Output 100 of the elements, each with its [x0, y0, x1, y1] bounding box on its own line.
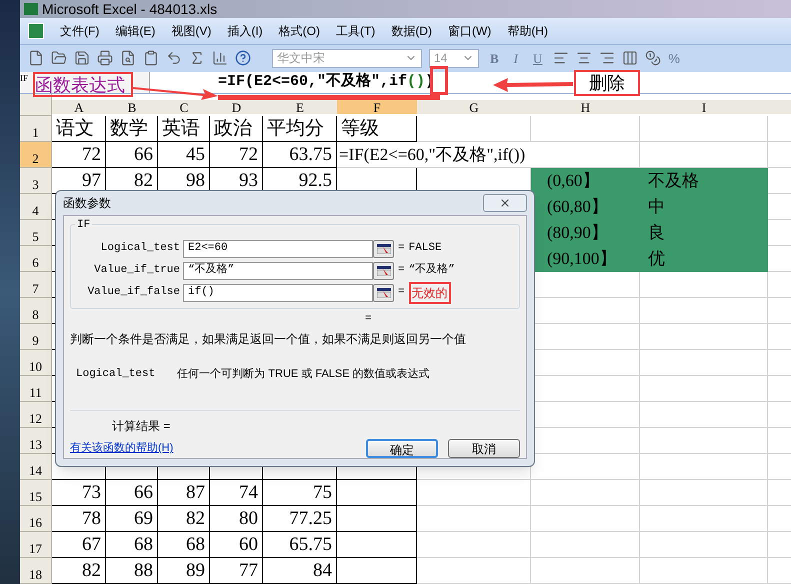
row-header[interactable]: 16	[20, 506, 52, 532]
table-cell[interactable]: 72	[52, 142, 106, 168]
row-header[interactable]: 13	[20, 428, 52, 454]
table-cell[interactable]	[337, 558, 417, 584]
table-cell[interactable]: 77	[210, 558, 263, 584]
menu-item[interactable]: 帮助(H)	[507, 22, 548, 40]
column-header[interactable]: B	[106, 100, 158, 114]
clipboard-icon[interactable]	[143, 50, 159, 66]
row-header[interactable]: 9	[20, 324, 52, 350]
close-button[interactable]	[483, 194, 527, 212]
table-cell[interactable]: 80	[210, 506, 263, 532]
table-cell[interactable]: 67	[52, 532, 106, 558]
table-cell[interactable]: 不及格	[640, 168, 768, 194]
name-box[interactable]: IF	[20, 72, 30, 92]
table-cell[interactable]: 68	[158, 532, 210, 558]
range-select-button[interactable]	[373, 262, 394, 280]
table-cell[interactable]: 等级	[337, 116, 417, 142]
argument-field[interactable]: “不及格”	[183, 262, 373, 280]
row-header[interactable]: 15	[20, 480, 52, 506]
dialog-button[interactable]: 取消	[448, 439, 520, 458]
save-icon[interactable]	[74, 50, 90, 66]
row-header[interactable]: 6	[20, 246, 52, 272]
menu-item[interactable]: 视图(V)	[171, 22, 212, 40]
row-header[interactable]: 2	[20, 142, 52, 168]
row-header[interactable]: 12	[20, 402, 52, 428]
row-header[interactable]: 10	[20, 350, 52, 376]
column-header[interactable]: I	[640, 100, 768, 114]
range-select-button[interactable]	[373, 284, 394, 302]
table-cell[interactable]: 73	[52, 480, 106, 506]
column-header[interactable]: F	[337, 100, 417, 114]
table-cell[interactable]	[337, 506, 417, 532]
table-cell[interactable]: 82	[52, 558, 106, 584]
table-cell[interactable]: 87	[158, 480, 210, 506]
chart-icon[interactable]	[212, 50, 228, 66]
column-header[interactable]: E	[263, 100, 337, 114]
print-preview-icon[interactable]	[120, 50, 136, 66]
row-header[interactable]: 14	[20, 454, 52, 480]
table-cell[interactable]: 优	[640, 246, 768, 272]
table-cell[interactable]: 77.25	[263, 506, 337, 532]
row-header[interactable]: 4	[20, 194, 52, 220]
new-file-icon[interactable]	[28, 50, 44, 66]
table-cell[interactable]: 68	[106, 532, 158, 558]
table-cell[interactable]: 88	[106, 558, 158, 584]
column-header[interactable]: A	[52, 100, 106, 114]
menu-item[interactable]: 数据(D)	[391, 22, 432, 40]
column-header[interactable]: H	[531, 100, 640, 114]
table-cell[interactable]	[337, 532, 417, 558]
argument-description: 任何一个可判断为 TRUE 或 FALSE 的数值或表达式	[177, 366, 430, 382]
row-header[interactable]: 3	[20, 168, 52, 194]
table-cell[interactable]: 45	[158, 142, 210, 168]
column-header[interactable]: G	[417, 100, 531, 114]
row-header[interactable]: 17	[20, 532, 52, 558]
select-all-corner[interactable]	[20, 94, 52, 116]
row-header[interactable]: 5	[20, 220, 52, 246]
table-cell[interactable]: 数学	[106, 116, 158, 142]
range-select-button[interactable]	[373, 240, 394, 258]
row-header[interactable]: 8	[20, 298, 52, 324]
table-cell[interactable]: 中	[640, 194, 768, 220]
help-icon[interactable]	[235, 50, 251, 66]
table-cell[interactable]: 66	[106, 480, 158, 506]
dialog-button[interactable]: 确定	[366, 439, 438, 458]
menu-item[interactable]: 插入(I)	[227, 22, 263, 40]
menu-item[interactable]: 窗口(W)	[448, 22, 492, 40]
row-header[interactable]: 18	[20, 558, 52, 584]
table-cell[interactable]: 英语	[158, 116, 210, 142]
menu-item[interactable]: 工具(T)	[336, 22, 376, 40]
table-cell[interactable]: 74	[210, 480, 263, 506]
table-cell[interactable]: 平均分	[263, 116, 337, 142]
table-cell[interactable]: 65.75	[263, 532, 337, 558]
table-cell[interactable]: 良	[640, 220, 768, 246]
table-cell[interactable]: 69	[106, 506, 158, 532]
table-cell[interactable]: 75	[263, 480, 337, 506]
table-cell[interactable]: 89	[158, 558, 210, 584]
menu-item[interactable]: 格式(O)	[278, 22, 320, 40]
folder-icon[interactable]	[51, 50, 67, 66]
row-header[interactable]: 7	[20, 272, 52, 298]
table-cell[interactable]: (0,60】	[531, 168, 640, 194]
table-cell[interactable]	[337, 480, 417, 506]
menu-item[interactable]: 文件(F)	[60, 22, 100, 40]
argument-field[interactable]: if()	[183, 284, 373, 302]
table-cell[interactable]: 63.75	[263, 142, 337, 168]
currency-icon[interactable]	[645, 50, 662, 66]
table-cell[interactable]: 82	[158, 506, 210, 532]
help-link[interactable]: 有关该函数的帮助(H)	[70, 440, 174, 457]
column-header[interactable]: C	[158, 100, 210, 114]
row-header[interactable]: 1	[20, 116, 52, 142]
argument-field[interactable]: E2<=60	[183, 240, 373, 258]
table-cell[interactable]: 语文	[52, 116, 106, 142]
undo-icon[interactable]	[166, 50, 182, 66]
table-cell[interactable]: 84	[263, 558, 337, 584]
table-cell[interactable]: 66	[106, 142, 158, 168]
table-cell[interactable]: 60	[210, 532, 263, 558]
table-cell[interactable]: 政治	[210, 116, 263, 142]
row-header[interactable]: 11	[20, 376, 52, 402]
table-cell[interactable]: 72	[210, 142, 263, 168]
printer-icon[interactable]	[97, 50, 113, 66]
equals-sign: =	[398, 263, 405, 278]
table-cell[interactable]: 78	[52, 506, 106, 532]
menu-item[interactable]: 编辑(E)	[115, 22, 156, 40]
column-header[interactable]: D	[210, 100, 263, 114]
